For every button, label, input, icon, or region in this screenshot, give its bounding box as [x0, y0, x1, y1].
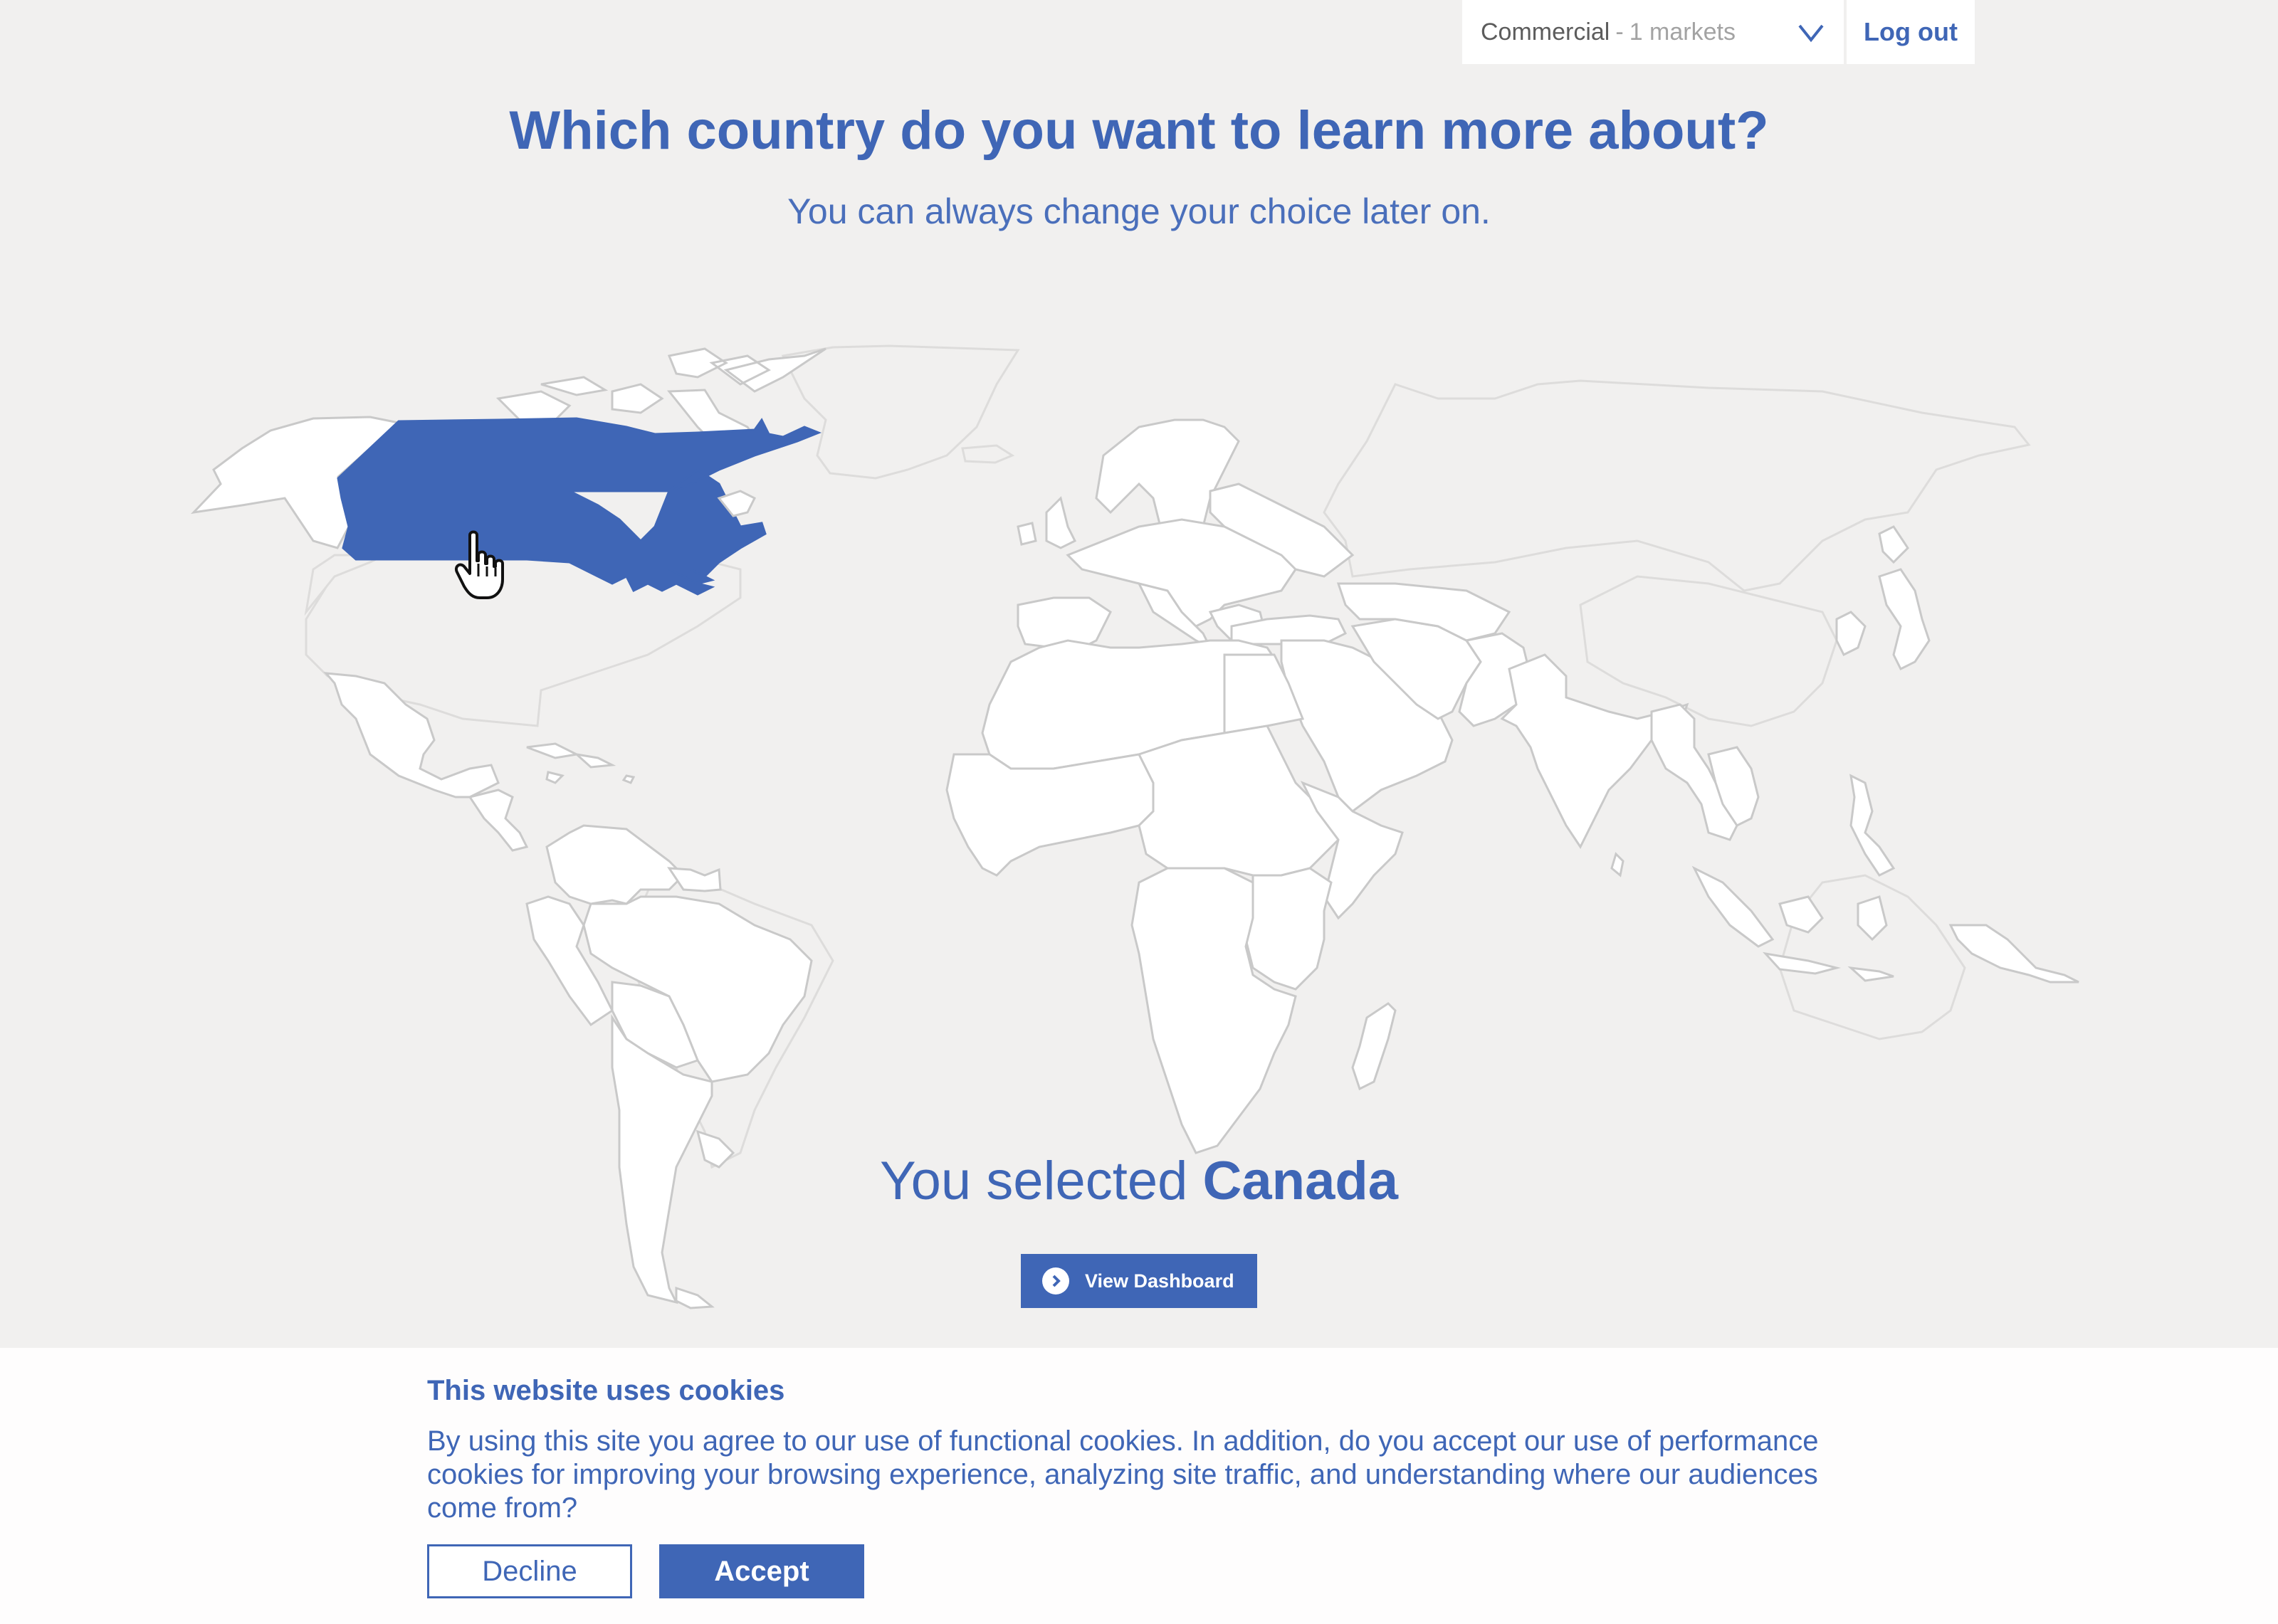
region-sri-lanka[interactable] — [1610, 852, 1624, 877]
page-subtitle: You can always change your choice later … — [787, 191, 1491, 231]
region-korea-japan[interactable] — [1835, 525, 1931, 671]
region-iberia[interactable] — [1017, 596, 1112, 649]
top-bar: Commercial - 1 markets Log out — [1462, 0, 1975, 64]
region-central-america[interactable] — [468, 789, 529, 852]
selection-summary: You selected Canada — [0, 1150, 2278, 1212]
region-caribbean[interactable] — [526, 742, 636, 784]
view-dashboard-label: View Dashboard — [1085, 1270, 1234, 1292]
region-central-africa[interactable] — [1137, 724, 1340, 877]
region-east-africa[interactable] — [1244, 867, 1333, 991]
market-dropdown[interactable]: Commercial - 1 markets — [1462, 0, 1844, 64]
circle-arrow-right-icon — [1042, 1267, 1069, 1295]
view-dashboard-button[interactable]: View Dashboard — [1021, 1254, 1257, 1308]
market-count: 1 markets — [1629, 18, 1736, 46]
region-china — [1579, 575, 1838, 727]
region-philippines[interactable] — [1849, 774, 1896, 877]
region-uk-ireland[interactable] — [1017, 496, 1077, 549]
market-separator: - — [1615, 18, 1624, 46]
selection-prefix: You selected — [879, 1151, 1188, 1211]
region-papua[interactable] — [1948, 924, 2079, 984]
logout-button[interactable]: Log out — [1847, 0, 1975, 64]
selected-country: Canada — [1202, 1151, 1399, 1211]
page-title: Which country do you want to learn more … — [509, 100, 1769, 161]
region-west-africa[interactable] — [945, 753, 1155, 877]
decline-cookies-button[interactable]: Decline — [427, 1544, 632, 1598]
chevron-down-icon — [1798, 24, 1824, 43]
cookie-banner-title: This website uses cookies — [427, 1375, 785, 1406]
region-tierra-del-fuego[interactable] — [675, 1286, 715, 1309]
cookie-banner-text: By using this site you agree to our use … — [427, 1425, 1819, 1524]
cookie-banner: This website uses cookies By using this … — [0, 1348, 2278, 1624]
market-segment-name: Commercial — [1481, 18, 1610, 46]
region-madagascar[interactable] — [1351, 1002, 1397, 1091]
region-russia — [1323, 379, 2031, 592]
accept-cookies-button[interactable]: Accept — [659, 1544, 864, 1598]
region-iceland — [961, 444, 1015, 464]
